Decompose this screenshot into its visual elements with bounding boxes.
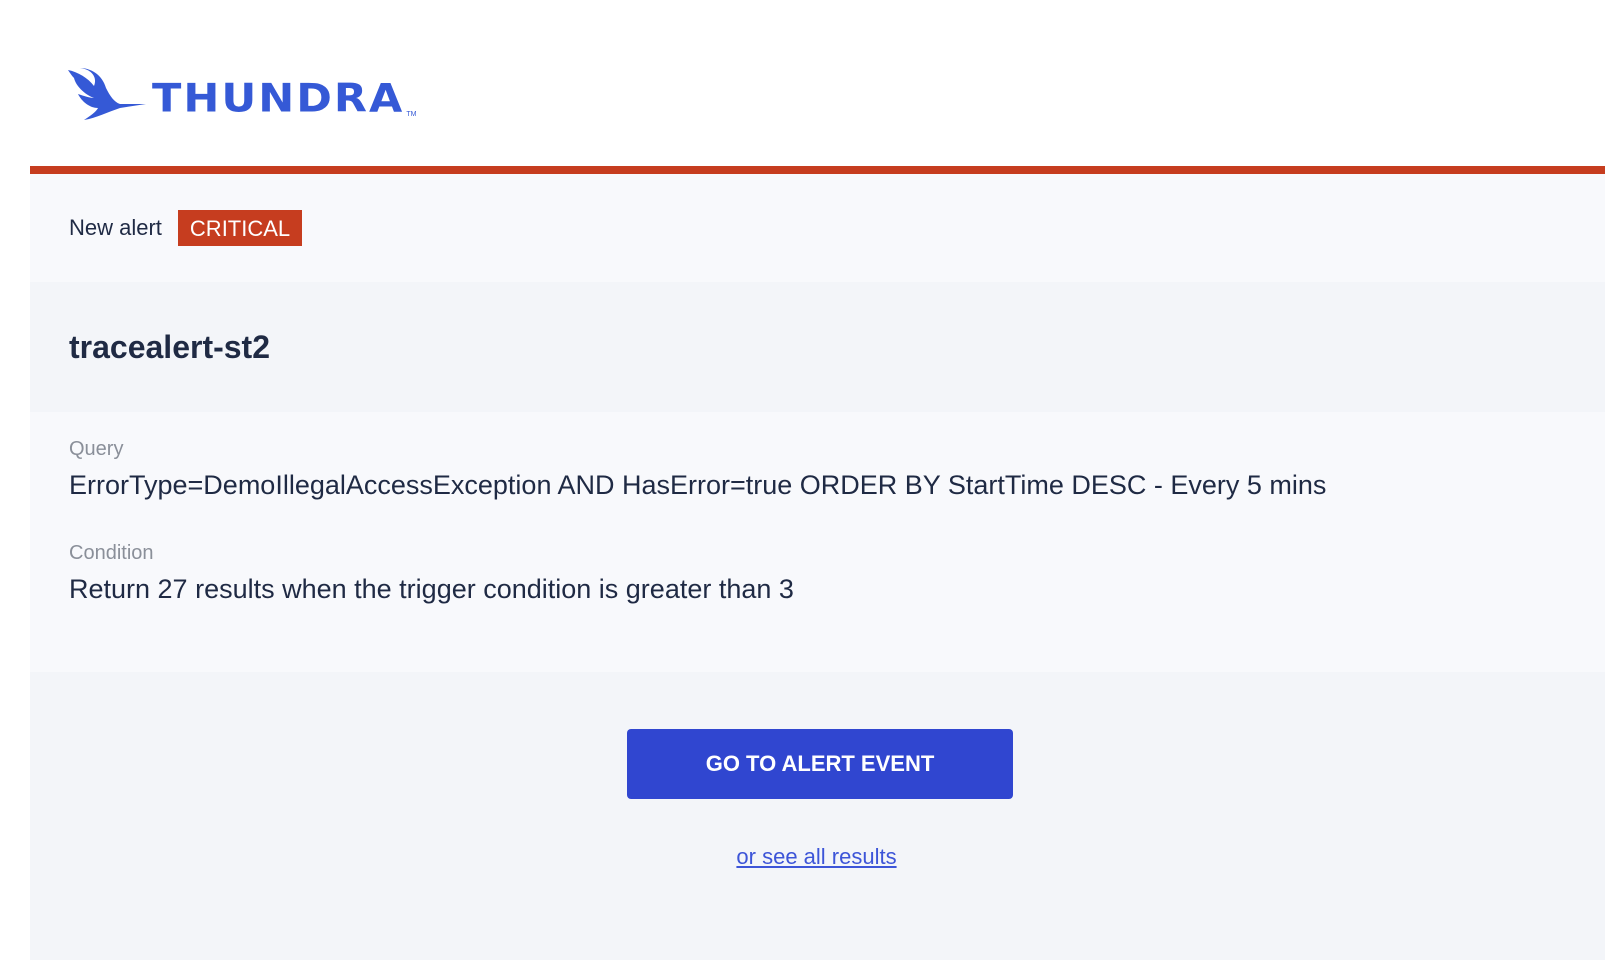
- severity-badge: CRITICAL: [177, 210, 303, 246]
- alert-email: THUNDRA TM New alert CRITICAL tracealert…: [0, 0, 1620, 976]
- new-alert-label: New alert: [69, 215, 162, 240]
- see-all-results-link: or see all results: [30, 844, 1605, 870]
- thundra-logo: THUNDRA TM: [68, 68, 416, 122]
- severity-accent-bar: [30, 166, 1605, 174]
- see-all-results-link-text[interactable]: or see all results: [736, 844, 898, 869]
- brand-name: THUNDRA: [152, 75, 405, 122]
- email-header: THUNDRA TM: [30, 0, 1605, 166]
- condition-value: Return 27 results when the trigger condi…: [69, 574, 794, 604]
- query-label: Query: [69, 438, 124, 460]
- alert-title-row: tracealert-st2: [30, 282, 1605, 412]
- action-area: GO TO ALERT EVENT or see all results: [30, 672, 1605, 960]
- trademark-mark: TM: [406, 111, 417, 118]
- alert-title: tracealert-st2: [69, 328, 270, 365]
- alert-details: Query ErrorType=DemoIllegalAccessExcepti…: [30, 412, 1605, 672]
- bird-icon: [68, 68, 146, 120]
- alert-status-row: New alert CRITICAL: [30, 174, 1605, 282]
- query-value: ErrorType=DemoIllegalAccessException AND…: [69, 470, 1327, 500]
- condition-label: Condition: [69, 542, 154, 564]
- go-to-alert-event-button[interactable]: GO TO ALERT EVENT: [627, 729, 1013, 799]
